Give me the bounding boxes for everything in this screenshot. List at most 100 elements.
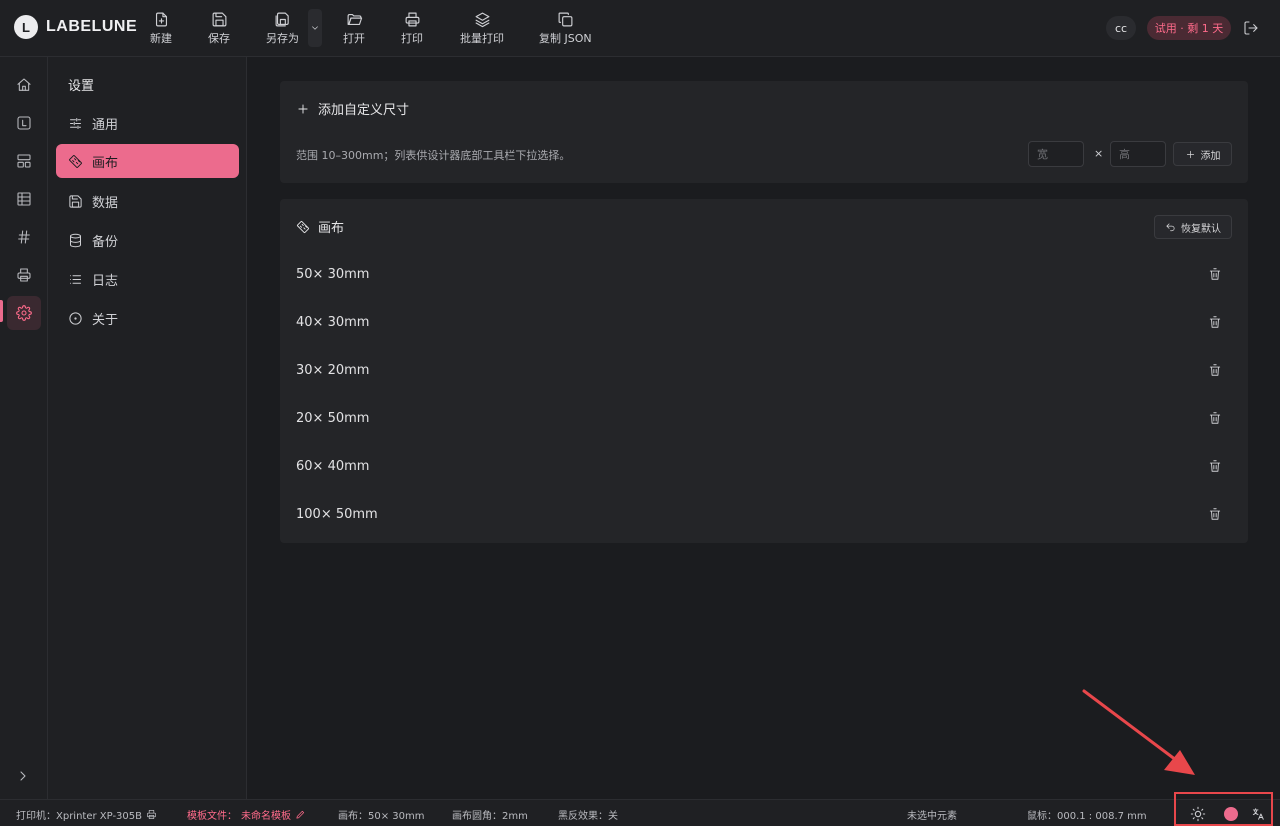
selection-status: 未选中元素	[907, 811, 957, 822]
logout-icon	[1244, 21, 1258, 35]
batch-print-button[interactable]: 批量打印	[460, 11, 504, 46]
delete-size-button[interactable]	[1208, 315, 1222, 329]
custom-size-title: 添加自定义尺寸	[318, 103, 410, 118]
chevron-down-icon	[312, 26, 318, 30]
restore-default-button[interactable]: 恢复默认	[1154, 215, 1232, 239]
restore-default-label: 恢复默认	[1181, 223, 1221, 235]
rail-label[interactable]	[7, 106, 41, 140]
file-plus-icon	[155, 12, 167, 27]
expand-rail-button[interactable]	[15, 768, 31, 784]
settings-sidebar: 设置 通用 画布 数据 备份 日志 关于	[48, 57, 247, 799]
delete-size-button[interactable]	[1208, 507, 1222, 521]
delete-size-button[interactable]	[1208, 363, 1222, 377]
trash-icon	[1209, 268, 1221, 280]
folder-open-icon	[347, 13, 362, 26]
height-input[interactable]	[1110, 141, 1166, 167]
canvas-size-label: 20× 50mm	[296, 411, 370, 426]
canvas-size-row: 40× 30mm	[280, 299, 1248, 347]
logout-button[interactable]	[1243, 20, 1259, 36]
printer-status-text: 打印机：Xprinter XP-305B	[16, 811, 143, 822]
template-name: 未命名模板	[241, 811, 291, 822]
rail-table[interactable]	[7, 182, 41, 216]
sidebar-item-canvas[interactable]: 画布	[56, 144, 239, 178]
new-label: 新建	[150, 32, 172, 45]
sidebar-item-label: 画布	[92, 155, 119, 171]
status-bar: 打印机：Xprinter XP-305B 模板文件： 未命名模板 画布：50× 3…	[0, 799, 1280, 826]
label-l-icon	[17, 116, 31, 130]
custom-size-header[interactable]: 添加自定义尺寸	[296, 99, 409, 118]
user-avatar[interactable]: cc	[1106, 16, 1136, 40]
trash-icon	[1209, 412, 1221, 424]
print-button[interactable]: 打印	[401, 11, 423, 46]
settings-title: 设置	[68, 79, 95, 94]
printer-icon	[147, 810, 157, 819]
canvas-size-status[interactable]: 画布：50× 30mm	[338, 807, 425, 822]
sidebar-item-about[interactable]: 关于	[56, 301, 239, 335]
logo-text: LABELUNE	[46, 18, 138, 35]
plus-icon	[1186, 150, 1194, 158]
save-as-label: 另存为	[266, 32, 299, 45]
rail-settings[interactable]	[7, 296, 41, 330]
template-prefix: 模板文件：	[187, 811, 237, 822]
active-rail-marker	[0, 300, 3, 322]
sidebar-item-label: 关于	[92, 312, 119, 328]
open-label: 打开	[343, 32, 365, 45]
sidebar-item-general[interactable]: 通用	[56, 106, 239, 140]
save-icon	[69, 194, 82, 208]
canvas-size-row: 30× 20mm	[280, 347, 1248, 395]
plus-icon	[298, 103, 308, 114]
list-icon	[70, 274, 81, 284]
trash-icon	[1209, 508, 1221, 520]
canvas-size-row: 60× 40mm	[280, 443, 1248, 491]
copy-json-label: 复制 JSON	[539, 32, 592, 45]
gear-icon	[16, 305, 32, 321]
annotation-highlight-box	[1174, 792, 1273, 826]
template-file-status[interactable]: 模板文件： 未命名模板	[187, 807, 306, 822]
app-logo[interactable]: L LABELUNE	[14, 15, 137, 39]
sidebar-item-label: 日志	[92, 273, 119, 289]
settings-content: 添加自定义尺寸 范围 10–300mm；列表供设计器底部工具栏下拉选择。 × 添…	[248, 57, 1280, 799]
canvas-sizes-title: 画布	[318, 221, 345, 236]
rail-print[interactable]	[7, 258, 41, 292]
rail-home[interactable]	[7, 68, 41, 102]
open-button[interactable]: 打开	[343, 11, 365, 46]
new-button[interactable]: 新建	[150, 11, 172, 46]
custom-size-card: 添加自定义尺寸 范围 10–300mm；列表供设计器底部工具栏下拉选择。 × 添…	[280, 81, 1248, 183]
hash-icon	[18, 230, 30, 244]
width-input[interactable]	[1028, 141, 1084, 167]
sidebar-item-label: 备份	[92, 234, 119, 250]
save-button[interactable]: 保存	[208, 11, 230, 46]
sidebar-item-backup[interactable]: 备份	[56, 223, 239, 257]
copy-json-button[interactable]: 复制 JSON	[539, 11, 592, 46]
sidebar-item-label: 数据	[92, 195, 119, 211]
custom-size-hint: 范围 10–300mm；列表供设计器底部工具栏下拉选择。	[296, 149, 571, 162]
save-as-dropdown[interactable]	[308, 9, 322, 47]
rail-serial[interactable]	[7, 220, 41, 254]
delete-size-button[interactable]	[1208, 411, 1222, 425]
save-as-button[interactable]: 另存为	[266, 11, 299, 46]
info-circle-icon	[69, 311, 82, 325]
corner-radius-status[interactable]: 画布圆角：2mm	[452, 807, 528, 822]
save-as-icon	[275, 12, 289, 27]
invert-status[interactable]: 黑反效果：关	[558, 807, 618, 822]
batch-print-label: 批量打印	[460, 32, 504, 45]
canvas-size-row: 100× 50mm	[280, 491, 1248, 539]
rail-templates[interactable]	[7, 144, 41, 178]
layers-icon	[475, 12, 489, 28]
trial-badge[interactable]: 试用 · 剩 1 天	[1147, 16, 1231, 40]
sidebar-item-logs[interactable]: 日志	[56, 262, 239, 296]
copy-icon	[558, 12, 573, 27]
canvas-size-label: 60× 40mm	[296, 459, 370, 474]
sidebar-item-data[interactable]: 数据	[56, 184, 239, 218]
printer-icon	[17, 268, 31, 282]
ruler-icon	[296, 220, 310, 233]
add-size-button[interactable]: 添加	[1173, 142, 1232, 166]
canvas-sizes-header: 画布	[296, 217, 344, 236]
delete-size-button[interactable]	[1208, 459, 1222, 473]
canvas-size-row: 20× 50mm	[280, 395, 1248, 443]
delete-size-button[interactable]	[1208, 267, 1222, 281]
trash-icon	[1209, 364, 1221, 376]
printer-status[interactable]: 打印机：Xprinter XP-305B	[16, 807, 157, 822]
sliders-icon	[70, 117, 81, 129]
undo-icon	[1166, 222, 1175, 231]
